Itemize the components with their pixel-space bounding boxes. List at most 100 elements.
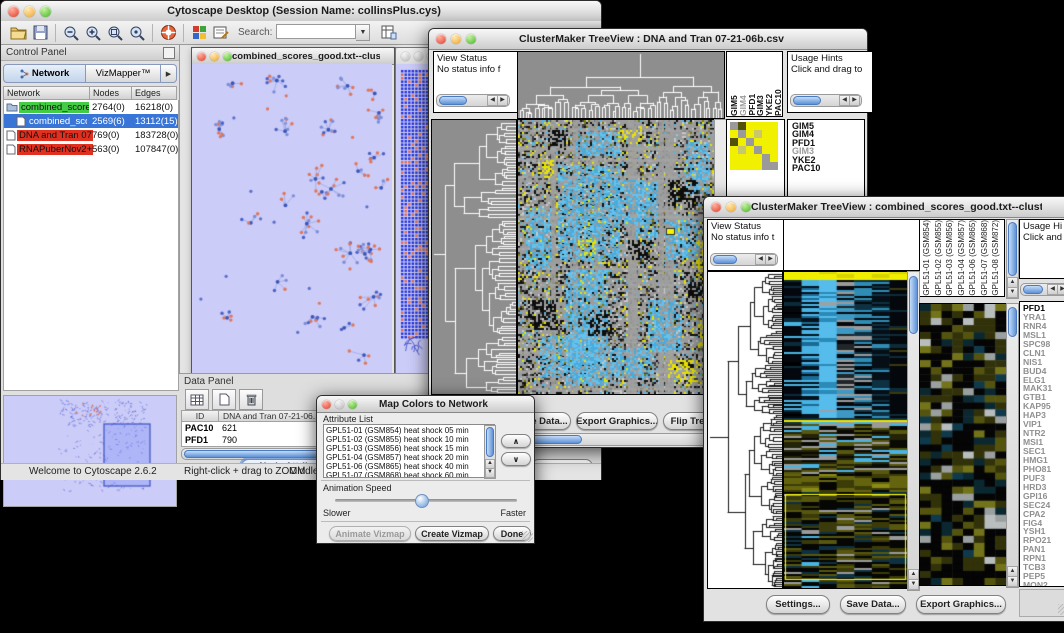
zoom-fit-icon[interactable] bbox=[104, 23, 126, 43]
heatmap-canvas[interactable] bbox=[517, 119, 715, 395]
attribute-item[interactable]: GPL51-03 (GSM856) heat shock 15 min bbox=[326, 444, 492, 453]
minimize-button[interactable] bbox=[335, 400, 344, 409]
zoom-matrix-cell[interactable] bbox=[754, 154, 762, 162]
scroll-down-icon[interactable]: ▼ bbox=[908, 579, 919, 590]
column-label[interactable]: GPL51-06 (GSM865) bbox=[968, 220, 980, 296]
column-label[interactable]: GIM3 bbox=[755, 95, 764, 116]
attribute-item[interactable]: GPL51-01 (GSM854) heat shock 05 min bbox=[326, 426, 492, 435]
zoom-matrix-cell[interactable] bbox=[746, 154, 754, 162]
zoom-matrix-cell[interactable] bbox=[730, 130, 738, 138]
usage-hints-hscrollbar[interactable]: ◀ ▶ bbox=[790, 94, 862, 107]
speed-slider-thumb[interactable] bbox=[415, 494, 429, 508]
scrollbar-thumb[interactable] bbox=[486, 427, 494, 457]
zoom-matrix-cell[interactable] bbox=[746, 146, 754, 154]
tab-overflow-button[interactable]: ▶ bbox=[161, 64, 177, 83]
zoom-window-button[interactable] bbox=[348, 400, 357, 409]
minimize-button[interactable] bbox=[726, 202, 736, 212]
col-header-nodes[interactable]: Nodes bbox=[90, 87, 132, 99]
zoom-matrix-cell[interactable] bbox=[754, 162, 762, 170]
network-canvas[interactable] bbox=[192, 64, 392, 373]
view-status-hscrollbar[interactable]: ◀ ▶ bbox=[436, 94, 510, 107]
zoom-matrix-cell[interactable] bbox=[738, 154, 746, 162]
float-panel-icon[interactable] bbox=[163, 47, 175, 59]
scroll-down-icon[interactable]: ▼ bbox=[1007, 576, 1018, 587]
zoom-matrix-cell[interactable] bbox=[730, 154, 738, 162]
close-button[interactable] bbox=[401, 52, 410, 61]
zoom-heatmap-canvas[interactable] bbox=[919, 303, 1007, 586]
treeview2-titlebar[interactable]: ClusterMaker TreeView : combined_scores_… bbox=[704, 197, 1064, 218]
export-graphics-button[interactable]: Export Graphics... bbox=[916, 595, 1006, 614]
row-dendrogram-canvas[interactable] bbox=[707, 271, 783, 589]
column-dendrogram-canvas[interactable] bbox=[517, 51, 725, 119]
move-up-button[interactable]: ∧ bbox=[501, 434, 531, 448]
zoom-matrix-cell[interactable] bbox=[746, 122, 754, 130]
attribute-item[interactable]: GPL51-06 (GSM865) heat shock 40 min bbox=[326, 462, 492, 471]
attribute-item[interactable]: GPL51-07 (GSM868) heat shock 60 min bbox=[326, 471, 492, 478]
vizmap-grid-icon[interactable] bbox=[188, 23, 210, 43]
zoom-matrix-cell[interactable] bbox=[738, 138, 746, 146]
create-vizmap-button[interactable]: Create Vizmap bbox=[415, 526, 489, 541]
gene-label[interactable]: PAC10 bbox=[792, 164, 864, 172]
select-attributes-icon[interactable] bbox=[185, 389, 209, 410]
main-titlebar[interactable]: Cytoscape Desktop (Session Name: collins… bbox=[1, 1, 601, 22]
close-button[interactable] bbox=[711, 202, 721, 212]
help-lifering-icon[interactable] bbox=[157, 23, 179, 43]
zoom-matrix-cell[interactable] bbox=[770, 146, 778, 154]
attribute-listbox[interactable]: GPL51-01 (GSM854) heat shock 05 minGPL51… bbox=[323, 424, 495, 478]
zoom-matrix-cell[interactable] bbox=[738, 162, 746, 170]
search-dropdown-arrow-icon[interactable]: ▼ bbox=[356, 24, 370, 41]
zoom-matrix-cell[interactable] bbox=[762, 122, 770, 130]
column-label[interactable]: GPL51-08 (GSM872) bbox=[991, 220, 1003, 296]
zoom-matrix-cell[interactable] bbox=[762, 130, 770, 138]
delete-attribute-trash-icon[interactable] bbox=[239, 389, 263, 410]
scrollbar-thumb[interactable] bbox=[439, 96, 467, 105]
search-combobox[interactable]: ▼ bbox=[276, 24, 370, 41]
column-label[interactable]: GPL51-04 (GSM857) bbox=[957, 220, 969, 296]
attribute-item[interactable]: GPL51-04 (GSM857) heat shock 20 min bbox=[326, 453, 492, 462]
zoom-matrix-cell[interactable] bbox=[746, 162, 754, 170]
col-header-network[interactable]: Network bbox=[4, 87, 90, 99]
attribute-item[interactable]: GPL51-02 (GSM855) heat shock 10 min bbox=[326, 435, 492, 444]
column-label[interactable]: GPL51-02 (GSM855) bbox=[934, 220, 946, 296]
save-data-button[interactable]: Save Data... bbox=[840, 595, 906, 614]
heatmap-canvas[interactable] bbox=[783, 271, 908, 589]
zoom-matrix-cell[interactable] bbox=[746, 138, 754, 146]
gene-label[interactable]: MON2 bbox=[1023, 581, 1064, 587]
annotation-icon[interactable] bbox=[210, 23, 232, 43]
zoom-matrix-cell[interactable] bbox=[730, 146, 738, 154]
col-header-id[interactable]: ID bbox=[182, 411, 219, 421]
open-file-icon[interactable] bbox=[7, 23, 29, 43]
scrollbar-thumb[interactable] bbox=[1008, 222, 1017, 276]
zoom-window-button[interactable] bbox=[466, 34, 476, 44]
birdseye-view[interactable] bbox=[3, 395, 177, 507]
zoom-matrix-cell[interactable] bbox=[754, 146, 762, 154]
table-row[interactable]: RNAPuberNov2+ 563(0) 107847(0) bbox=[4, 142, 178, 156]
birdseye-canvas[interactable] bbox=[4, 396, 176, 506]
close-button[interactable] bbox=[197, 52, 206, 61]
save-icon[interactable] bbox=[29, 23, 51, 43]
column-label[interactable]: PAC10 bbox=[773, 89, 782, 116]
zoom-matrix-cell[interactable] bbox=[762, 162, 770, 170]
col-header-edges[interactable]: Edges bbox=[132, 87, 176, 99]
zoom-out-icon[interactable] bbox=[60, 23, 82, 43]
zoom-matrix-cell[interactable] bbox=[746, 130, 754, 138]
zoom-matrix-cell[interactable] bbox=[754, 138, 762, 146]
zoom-matrix-cell[interactable] bbox=[770, 154, 778, 162]
column-labels-vscrollbar[interactable]: ▲ ▼ bbox=[1006, 219, 1019, 299]
close-button[interactable] bbox=[322, 400, 331, 409]
treeview1-titlebar[interactable]: ClusterMaker TreeView : DNA and Tran 07-… bbox=[429, 29, 867, 50]
zoom-heatmap-vscrollbar[interactable]: ▲ ▼ bbox=[1006, 303, 1019, 588]
settings-button[interactable]: Settings... bbox=[766, 595, 830, 614]
zoom-matrix-cell[interactable] bbox=[730, 138, 738, 146]
minimize-button[interactable] bbox=[414, 52, 423, 61]
scroll-right-icon[interactable]: ▶ bbox=[1057, 284, 1064, 295]
scroll-right-icon[interactable]: ▶ bbox=[765, 254, 776, 265]
table-row[interactable]: DNA and Tran 07 769(0) 183728(0) bbox=[4, 128, 178, 142]
zoom-matrix-cell[interactable] bbox=[738, 146, 746, 154]
zoom-window-button[interactable] bbox=[223, 52, 232, 61]
attribute-list-vscrollbar[interactable]: ▲ ▼ bbox=[484, 425, 496, 479]
scroll-right-icon[interactable]: ▶ bbox=[849, 95, 860, 106]
row-dendrogram-canvas[interactable] bbox=[431, 119, 517, 395]
close-button[interactable] bbox=[8, 6, 19, 17]
table-row-selected[interactable]: combined_sco 2569(6) 13112(15) bbox=[4, 114, 178, 128]
